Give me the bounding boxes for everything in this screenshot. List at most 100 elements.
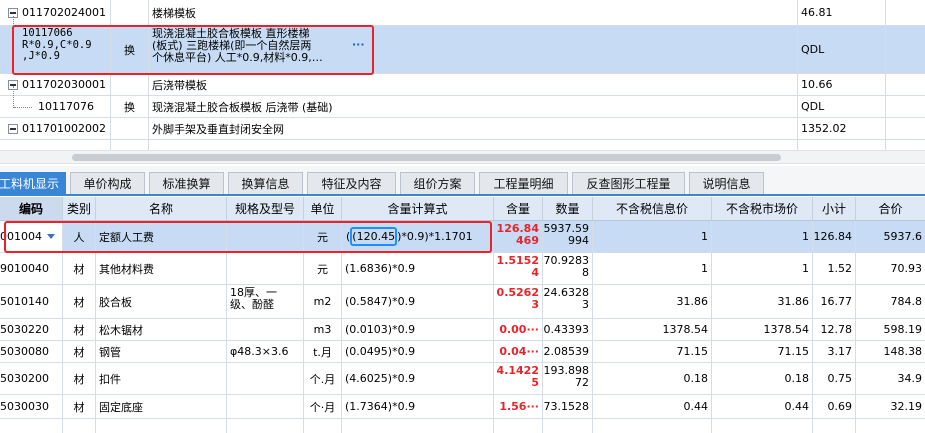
cell-name: 扣件 — [99, 372, 121, 386]
upper-row[interactable]: 10117076 换 现浇混凝土胶合板模板 后浇带 (基础) QDL — [0, 96, 925, 118]
table-row[interactable]: 9010040 材 其他材料费 元 (1.6836)*0.9 1.5152 4 7… — [0, 253, 925, 285]
upper-row[interactable]: 011702024001 楼梯模板 46.81 — [0, 0, 925, 26]
cell-qty-line: 994 — [568, 234, 589, 247]
cell-formula: (4.6025)*0.9 — [345, 372, 416, 385]
tab-conversion-info[interactable]: 换算信息 — [228, 172, 303, 194]
formula-focus-box — [350, 227, 397, 246]
cell-type: 材 — [73, 400, 85, 414]
upper-row[interactable]: 011702030001 后浇带模板 10.66 — [0, 74, 925, 96]
table-row[interactable]: 5010140 材 胶合板 18厚、一 级、酚醛 m2 (0.5847)*0.9 … — [0, 285, 925, 319]
row-unit: QDL — [801, 100, 825, 113]
col-header-subtotal[interactable]: 小计 — [813, 197, 856, 220]
cell-name: 其他材料费 — [99, 262, 154, 276]
row-code: 011701002002 — [22, 122, 106, 135]
cell-content-line: 4 — [531, 266, 539, 279]
scrollbar-thumb[interactable] — [72, 154, 781, 161]
tree-line — [14, 107, 32, 108]
cell-unit: m2 — [313, 295, 332, 308]
cell-type: 材 — [73, 323, 85, 337]
cell-content-line: 5 — [531, 376, 539, 389]
col-header-content[interactable]: 含量 — [494, 197, 543, 220]
row-name: 楼梯模板 — [152, 6, 196, 20]
cell-market-price: 71.15 — [777, 345, 810, 358]
tab-features[interactable]: 特征及内容 — [307, 172, 396, 194]
cell-unit: 元 — [317, 262, 328, 276]
table-header: 编码 类别 名称 规格及型号 单位 含量计算式 含量 数量 不含税信息价 不含税… — [0, 197, 925, 221]
cell-content: 0.00··· — [499, 323, 539, 336]
cell-info-price: 0.18 — [683, 372, 709, 385]
row-code: 011702024001 — [22, 6, 106, 19]
tab-unit-price[interactable]: 单价构成 — [70, 172, 145, 194]
highlight-box — [12, 25, 374, 75]
tab-standard-conversion[interactable]: 标准换算 — [149, 172, 224, 194]
cell-info-price: 71.15 — [676, 345, 709, 358]
col-header-market-price[interactable]: 不含税市场价 — [712, 197, 813, 220]
cell-subtotal: 3.17 — [827, 345, 853, 358]
tab-labor-material[interactable]: 工料机显示 — [0, 172, 66, 194]
cell-subtotal: 16.77 — [820, 295, 853, 308]
cell-code: 5030030 — [0, 400, 49, 413]
cell-formula: (0.5847)*0.9 — [345, 295, 416, 308]
cell-name: 固定底座 — [99, 400, 143, 414]
cell-subtotal: 0.75 — [827, 372, 853, 385]
cell-market-price: 1 — [802, 262, 809, 275]
col-header-quantity[interactable]: 数量 — [543, 197, 593, 220]
tab-quantity-detail[interactable]: 工程量明细 — [479, 172, 568, 194]
row-qty: 1352.02 — [801, 122, 847, 135]
cell-qty-line: 3 — [582, 298, 589, 311]
horizontal-scrollbar[interactable] — [0, 150, 925, 164]
cell-total: 784.8 — [890, 295, 923, 308]
col-header-formula[interactable]: 含量计算式 — [342, 197, 494, 220]
table-row[interactable]: 5030030 材 固定底座 个·月 (1.7364)*0.9 1.56··· … — [0, 395, 925, 419]
row-name: 外脚手架及垂直封闭安全网 — [152, 122, 284, 136]
collapse-toggle[interactable] — [8, 123, 18, 134]
cell-total: 70.93 — [890, 262, 923, 275]
cell-market-price: 0.44 — [784, 400, 810, 413]
cell-subtotal: 0.69 — [827, 400, 853, 413]
col-header-spec[interactable]: 规格及型号 — [227, 197, 304, 220]
cell-type: 材 — [73, 295, 85, 309]
tab-description[interactable]: 说明信息 — [689, 172, 764, 194]
col-header-unit[interactable]: 单位 — [304, 197, 342, 220]
tab-reverse-lookup[interactable]: 反查图形工程量 — [572, 172, 685, 194]
cell-qty-line: 72 — [575, 376, 589, 389]
cell-type: 材 — [73, 345, 85, 359]
row-code: 10117076 — [38, 100, 94, 113]
cell-market-price: 0.18 — [784, 372, 810, 385]
cell-info-price: 1 — [701, 230, 708, 243]
row-name: 后浇带模板 — [152, 78, 207, 92]
table-row[interactable]: 5030080 材 钢管 φ48.3×3.6 t.月 (0.0495)*0.9 … — [0, 341, 925, 363]
col-header-name[interactable]: 名称 — [96, 197, 227, 220]
row-flag: 换 — [124, 100, 135, 114]
highlight-box — [4, 221, 492, 253]
col-header-total[interactable]: 合价 — [856, 197, 925, 220]
cell-spec-line: 级、酚醛 — [230, 298, 274, 311]
cell-market-price: 1 — [802, 230, 809, 243]
cell-code: 5010140 — [0, 295, 49, 308]
row-code: 011702030001 — [22, 78, 106, 91]
cell-subtotal: 126.84 — [813, 230, 853, 243]
cell-content: 1.56··· — [499, 400, 539, 413]
cell-market-price: 1378.54 — [763, 323, 810, 336]
cell-content-line: 469 — [516, 234, 539, 247]
cell-type: 材 — [73, 372, 85, 386]
cell-qty: 2.08539 — [543, 345, 590, 358]
tab-pricing-scheme[interactable]: 组价方案 — [400, 172, 475, 194]
cell-total: 5937.6 — [883, 230, 923, 243]
col-header-type[interactable]: 类别 — [63, 197, 96, 220]
cell-subtotal: 12.78 — [820, 323, 853, 336]
upper-row-partial — [0, 140, 925, 150]
col-header-code[interactable]: 编码 — [0, 197, 63, 220]
upper-row[interactable]: 011701002002 外脚手架及垂直封闭安全网 1352.02 — [0, 118, 925, 140]
cell-total: 598.19 — [883, 323, 923, 336]
upper-grid: 011702024001 楼梯模板 46.81 10117066 R*0.9,C… — [0, 0, 925, 150]
cell-formula: (1.6836)*0.9 — [345, 262, 416, 275]
col-header-info-price[interactable]: 不含税信息价 — [593, 197, 712, 220]
row-qty: 46.81 — [801, 6, 833, 19]
cell-formula: (0.0103)*0.9 — [345, 323, 416, 336]
table-row[interactable]: 5030220 材 松木锯材 m3 (0.0103)*0.9 0.00··· 0… — [0, 319, 925, 341]
row-name: 现浇混凝土胶合板模板 后浇带 (基础) — [152, 100, 333, 114]
cell-code: 5030200 — [0, 372, 49, 385]
table-row[interactable]: 5030200 材 扣件 个.月 (4.6025)*0.9 4.1422 5 19… — [0, 363, 925, 395]
cell-code: 9010040 — [0, 262, 49, 275]
